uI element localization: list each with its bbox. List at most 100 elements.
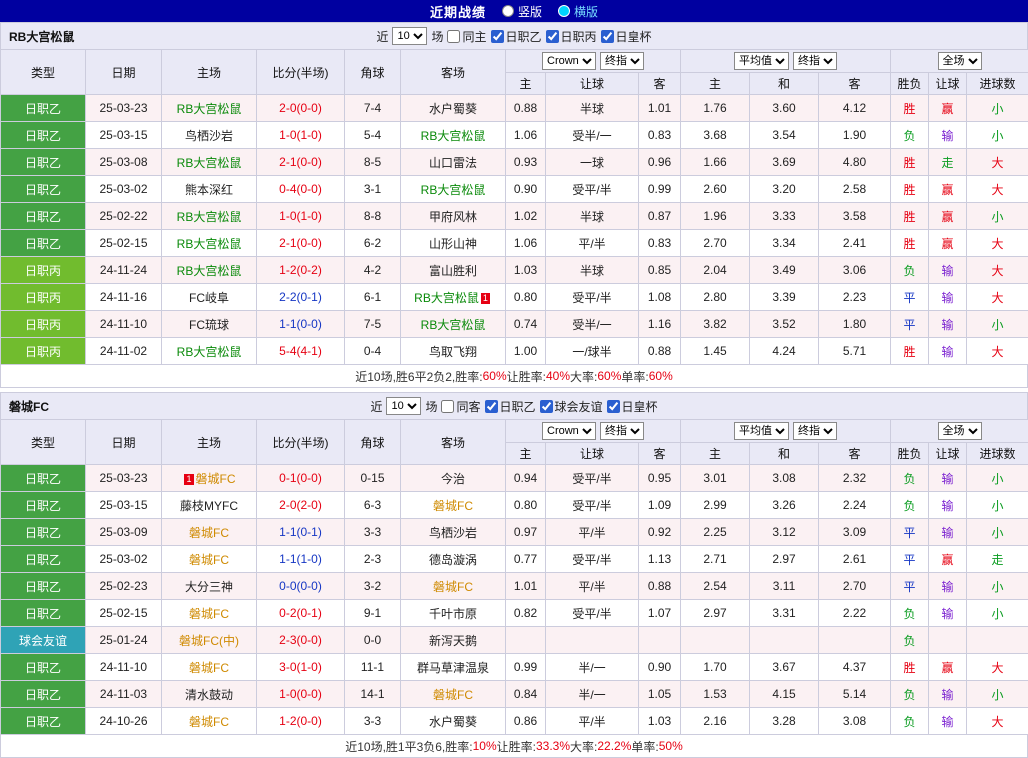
average-select[interactable]: 平均值 xyxy=(734,52,789,70)
asian-odds-away: 0.90 xyxy=(639,654,681,681)
checkbox-icon[interactable] xyxy=(540,400,553,413)
league-badge: 日职乙 xyxy=(1,708,86,735)
col-handicap-result: 让球 xyxy=(929,443,967,465)
average-select[interactable]: 平均值 xyxy=(734,422,789,440)
asian-odds-home: 0.99 xyxy=(506,654,546,681)
layout-radio-vertical[interactable]: 竖版 xyxy=(502,3,542,20)
col-euro-away: 客 xyxy=(819,443,891,465)
goals-result: 小 xyxy=(967,122,1028,149)
corner-count: 3-2 xyxy=(345,573,401,600)
away-team: 水户蜀葵 xyxy=(401,95,506,122)
bookmaker-select[interactable]: Crown xyxy=(542,52,596,70)
handicap-result: 输 xyxy=(929,708,967,735)
checkbox-icon[interactable] xyxy=(485,400,498,413)
euro-odds-home: 2.54 xyxy=(681,573,750,600)
checkbox-icon[interactable] xyxy=(447,30,460,43)
score: 2-1(0-0) xyxy=(257,230,345,257)
asian-odds-home: 1.06 xyxy=(506,122,546,149)
asian-odds-line: 受平/半 xyxy=(546,465,639,492)
asian-odds-line: 半球 xyxy=(546,95,639,122)
checkbox-icon[interactable] xyxy=(441,400,454,413)
euro-odds-draw: 4.24 xyxy=(750,338,819,365)
match-date: 24-11-16 xyxy=(86,284,162,311)
match-row: 日职乙25-03-09磐城FC1-1(0-1)3-3鸟栖沙岩0.97平/半0.9… xyxy=(1,519,1028,546)
summary-text: 10% xyxy=(473,739,497,753)
euro-odds-draw: 3.52 xyxy=(750,311,819,338)
asian-odds-line: 受平/半 xyxy=(546,284,639,311)
filter-checkbox-日皇杯[interactable]: 日皇杯 xyxy=(601,28,652,45)
filter-checkbox-日皇杯[interactable]: 日皇杯 xyxy=(607,398,658,415)
col-euro-home: 主 xyxy=(681,73,750,95)
asian-odds-away: 1.16 xyxy=(639,311,681,338)
league-badge: 日职乙 xyxy=(1,654,86,681)
handicap-result: 输 xyxy=(929,122,967,149)
euro-odds-away: 2.32 xyxy=(819,465,891,492)
match-row: 日职乙24-10-26磐城FC1-2(0-0)3-3水户蜀葵0.86平/半1.0… xyxy=(1,708,1028,735)
handicap-result: 输 xyxy=(929,311,967,338)
away-team: 千叶市原 xyxy=(401,600,506,627)
match-date: 25-03-23 xyxy=(86,465,162,492)
corner-count: 5-4 xyxy=(345,122,401,149)
col-asian-line: 让球 xyxy=(546,73,639,95)
col-euro-home: 主 xyxy=(681,443,750,465)
odds-time-select[interactable]: 终指 xyxy=(793,422,837,440)
asian-odds-away: 1.09 xyxy=(639,492,681,519)
asian-odds-home: 0.84 xyxy=(506,681,546,708)
team-label: 磐城FC xyxy=(189,607,229,621)
euro-odds-home: 3.82 xyxy=(681,311,750,338)
result-badge: 胜 xyxy=(891,230,929,257)
match-date: 24-11-10 xyxy=(86,311,162,338)
handicap-result: 输 xyxy=(929,519,967,546)
page-title: 近期战绩 xyxy=(430,2,486,21)
filter-checkbox-日职丙[interactable]: 日职丙 xyxy=(546,28,597,45)
handicap-result: 输 xyxy=(929,600,967,627)
score: 2-0(0-0) xyxy=(257,95,345,122)
summary-text: 50% xyxy=(659,739,683,753)
euro-odds-away: 2.58 xyxy=(819,176,891,203)
match-date: 24-11-02 xyxy=(86,338,162,365)
team-label: RB大宫松鼠 xyxy=(421,318,486,332)
bookmaker-select[interactable]: Crown xyxy=(542,422,596,440)
score: 1-0(1-0) xyxy=(257,203,345,230)
recent-count-select[interactable]: 10 xyxy=(392,27,427,45)
summary-text: 60% xyxy=(649,369,673,383)
filter-checkbox-同客[interactable]: 同客 xyxy=(441,398,480,415)
match-date: 25-03-23 xyxy=(86,95,162,122)
home-team: 磐城FC(中) xyxy=(162,627,257,654)
scope-select[interactable]: 全场 xyxy=(938,422,982,440)
filter-checkbox-球会友谊[interactable]: 球会友谊 xyxy=(540,398,603,415)
odds-time-select[interactable]: 终指 xyxy=(600,422,644,440)
team-label: 鸟取飞翔 xyxy=(429,345,477,359)
corner-count: 0-15 xyxy=(345,465,401,492)
asian-odds-line: 半球 xyxy=(546,203,639,230)
col-goals: 进球数 xyxy=(967,443,1028,465)
recent-count-select[interactable]: 10 xyxy=(386,397,421,415)
checkbox-icon[interactable] xyxy=(491,30,504,43)
layout-radio-horizontal[interactable]: 横版 xyxy=(558,3,598,20)
scope-select[interactable]: 全场 xyxy=(938,52,982,70)
filter-checkbox-同主[interactable]: 同主 xyxy=(447,28,486,45)
filter-checkbox-日职乙[interactable]: 日职乙 xyxy=(491,28,542,45)
odds-time-select[interactable]: 终指 xyxy=(793,52,837,70)
euro-odds-home: 2.60 xyxy=(681,176,750,203)
odds-time-select[interactable]: 终指 xyxy=(600,52,644,70)
asian-odds-away: 0.87 xyxy=(639,203,681,230)
team-label: RB大宫松鼠 xyxy=(421,183,486,197)
euro-odds-away: 5.71 xyxy=(819,338,891,365)
filter-checkbox-日职乙[interactable]: 日职乙 xyxy=(485,398,536,415)
checkbox-icon[interactable] xyxy=(601,30,614,43)
asian-odds-line: 一/球半 xyxy=(546,338,639,365)
score: 1-2(0-0) xyxy=(257,708,345,735)
team-label: 水户蜀葵 xyxy=(429,715,477,729)
league-badge: 日职乙 xyxy=(1,492,86,519)
goals-result: 大 xyxy=(967,284,1028,311)
goals-result: 小 xyxy=(967,600,1028,627)
euro-odds-home: 2.99 xyxy=(681,492,750,519)
checkbox-icon[interactable] xyxy=(546,30,559,43)
euro-odds-draw: 3.33 xyxy=(750,203,819,230)
result-badge: 平 xyxy=(891,284,929,311)
radio-label: 横版 xyxy=(574,3,598,20)
asian-odds-away: 1.05 xyxy=(639,681,681,708)
col-asian-home: 主 xyxy=(506,73,546,95)
checkbox-icon[interactable] xyxy=(607,400,620,413)
